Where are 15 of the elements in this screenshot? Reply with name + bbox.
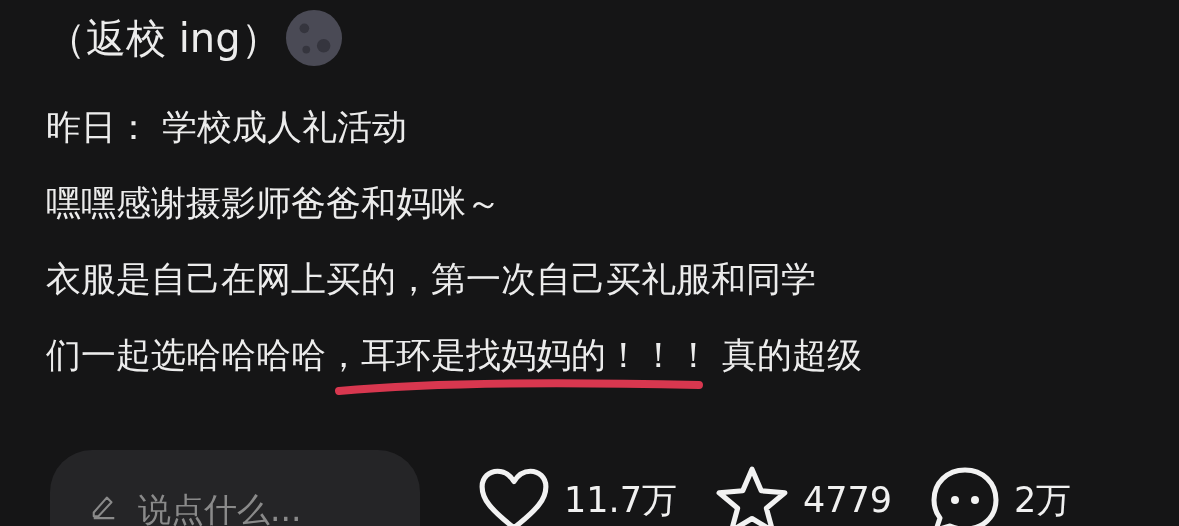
chat-icon[interactable]: [930, 466, 1000, 526]
stat-count: 2万: [1014, 478, 1072, 522]
post-text: 耳环是找妈妈的！！！: [361, 335, 711, 375]
star-icon[interactable]: [714, 465, 789, 526]
post-title: （返校 ing）: [46, 13, 281, 63]
stat-count: 4779: [802, 480, 892, 520]
post-text: 真的超级: [721, 335, 863, 375]
post-text: 昨日： 学校成人礼活动: [46, 107, 408, 147]
stat-count: 11.7万: [564, 478, 677, 522]
post-text: 嘿嘿感谢摄影师爸爸和妈咪～: [46, 183, 501, 223]
moon-icon: [284, 9, 343, 67]
post-text: 们一起选哈哈哈哈，: [46, 335, 361, 375]
post-text: 衣服是自己在网上买的，第一次自己买礼服和同学: [46, 259, 816, 299]
heart-icon[interactable]: [478, 468, 550, 526]
comment-field[interactable]: 说点什么...: [50, 450, 420, 526]
